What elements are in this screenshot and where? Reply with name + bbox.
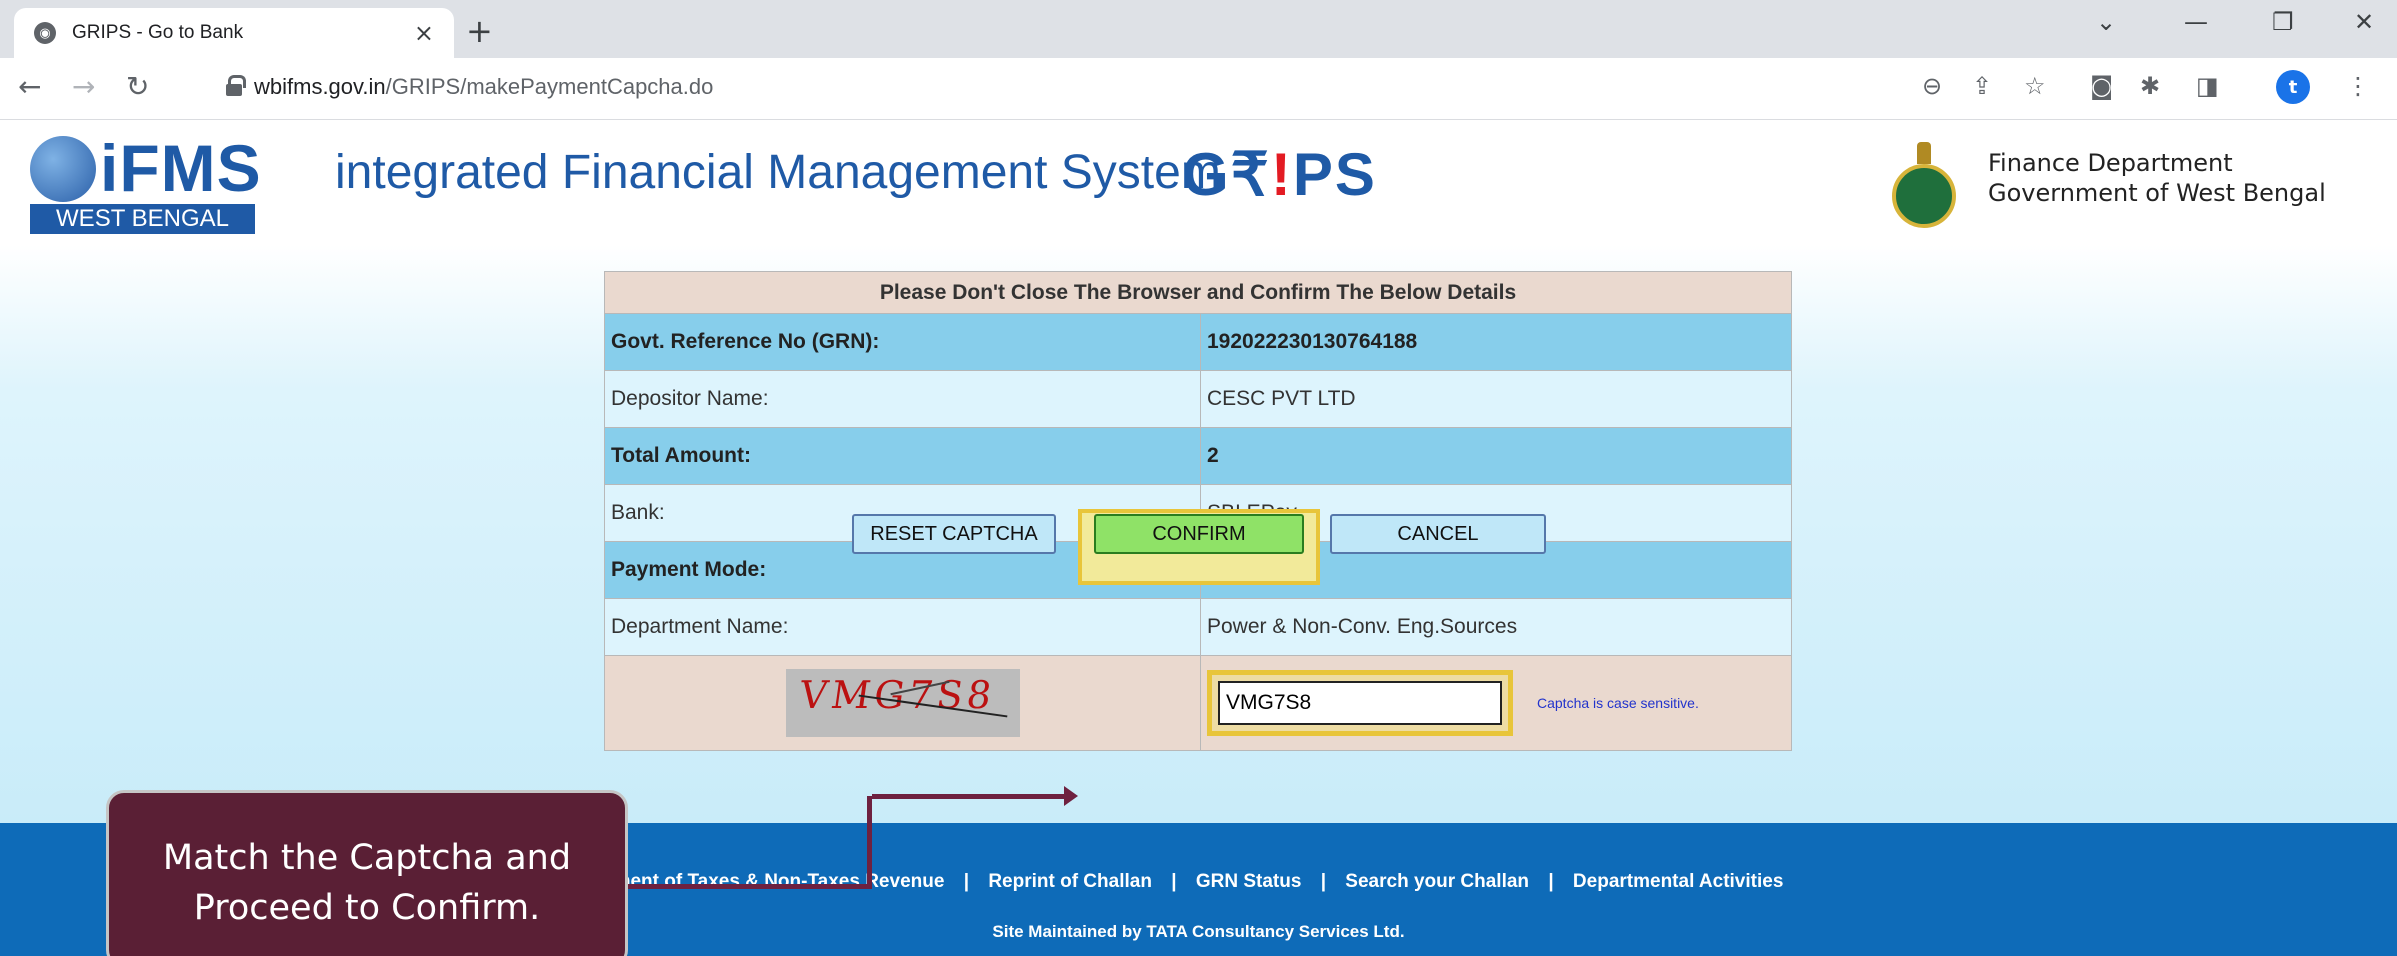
main-content: Please Don't Close The Browser and Confi… [0, 245, 2397, 823]
profile-avatar[interactable]: t [2276, 70, 2310, 104]
cancel-button[interactable]: CANCEL [1330, 514, 1546, 554]
footer-link-departmental[interactable]: Departmental Activities [1573, 871, 1783, 893]
logo-band: WEST BENGAL [30, 204, 255, 234]
grips-rupee: ₹ [1230, 141, 1271, 208]
grips-letters-ps: PS [1292, 141, 1377, 208]
row-value: 192022230130764188 [1200, 313, 1792, 371]
table-row: Depositor Name: CESC PVT LTD [604, 370, 1792, 428]
row-value: CESC PVT LTD [1200, 370, 1792, 428]
callout-arrow-segment [628, 884, 872, 889]
captcha-row: VMG7S8 Captcha is case sensitive. [604, 655, 1792, 751]
footer-separator: | [1320, 871, 1327, 892]
department-name: Finance Department Government of West Be… [1988, 148, 2326, 208]
footer-link-grn-status[interactable]: GRN Status [1196, 871, 1302, 893]
callout-line-1: Match the Captcha and [162, 838, 572, 878]
grips-logo: G₹!PS [1182, 140, 1377, 210]
tutorial-callout: Match the Captcha and Proceed to Confirm… [106, 790, 628, 956]
menu-kebab-icon[interactable]: ⋮ [2346, 72, 2370, 100]
row-label: Depositor Name: [604, 370, 1201, 428]
footer-link-taxes[interactable]: ment of Taxes & Non-Taxes Revenue [614, 871, 945, 893]
side-panel-icon[interactable]: ◨ [2196, 72, 2219, 100]
footer-separator: | [963, 871, 970, 892]
table-row: Govt. Reference No (GRN): 19202223013076… [604, 313, 1792, 371]
url-host: wbifms.gov.in [254, 74, 386, 99]
row-value: 2 [1200, 427, 1792, 485]
callout-line-2: Proceed to Confirm. [193, 888, 541, 928]
captcha-input[interactable] [1218, 681, 1502, 725]
window-close-icon[interactable]: ✕ [2354, 8, 2374, 36]
new-tab-button[interactable]: + [466, 12, 493, 50]
table-row: Department Name: Power & Non-Conv. Eng.S… [604, 598, 1792, 656]
camera-icon[interactable]: ◙ [2090, 72, 2113, 100]
captcha-image-cell: VMG7S8 [604, 655, 1201, 751]
globe-icon: ◉ [34, 22, 56, 44]
captcha-image: VMG7S8 [785, 669, 1020, 737]
footer-link-search[interactable]: Search your Challan [1345, 871, 1529, 893]
share-icon[interactable]: ⇪ [1972, 72, 1992, 100]
forward-icon[interactable]: → [72, 70, 95, 103]
callout-arrow-head-icon [1064, 786, 1078, 806]
confirm-button[interactable]: CONFIRM [1094, 514, 1304, 554]
logo-text: iFMS [100, 131, 262, 205]
table-row: Total Amount: 2 [604, 427, 1792, 485]
footer-link-reprint[interactable]: Reprint of Challan [988, 871, 1152, 893]
captcha-hint: Captcha is case sensitive. [1537, 695, 1699, 711]
maximize-icon[interactable]: ❐ [2272, 8, 2294, 36]
browser-toolbar: ← → ↻ wbifms.gov.in/GRIPS/makePaymentCap… [0, 58, 2397, 120]
captcha-input-highlight [1207, 670, 1513, 736]
grips-exclaim: ! [1270, 141, 1293, 208]
table-caption: Please Don't Close The Browser and Confi… [604, 271, 1792, 314]
bookmark-star-icon[interactable]: ☆ [2024, 72, 2046, 100]
captcha-input-cell: Captcha is case sensitive. [1200, 655, 1792, 751]
site-header: iFMS WEST BENGAL integrated Financial Ma… [0, 120, 2397, 245]
zoom-icon[interactable]: ⊖ [1922, 72, 1942, 100]
ifms-logo[interactable]: iFMS WEST BENGAL [30, 131, 280, 234]
back-icon[interactable]: ← [18, 70, 41, 103]
row-value: Power & Non-Conv. Eng.Sources [1200, 598, 1792, 656]
row-label: Govt. Reference No (GRN): [604, 313, 1201, 371]
callout-arrow-segment [867, 796, 872, 888]
footer-separator: | [1171, 871, 1177, 892]
lock-icon[interactable] [226, 75, 246, 96]
dept-line-2: Government of West Bengal [1988, 179, 2326, 207]
address-bar[interactable]: wbifms.gov.in/GRIPS/makePaymentCapcha.do [254, 74, 713, 100]
app-title: integrated Financial Management System [335, 146, 1221, 199]
reload-icon[interactable]: ↻ [126, 70, 149, 103]
grips-letter-g: G [1182, 141, 1231, 208]
row-label: Total Amount: [604, 427, 1201, 485]
row-label: Department Name: [604, 598, 1201, 656]
minimize-icon[interactable]: — [2184, 8, 2208, 36]
globe-logo-icon [30, 136, 96, 202]
west-bengal-emblem-icon [1888, 138, 1960, 228]
tab-search-chevron-icon[interactable]: ⌄ [2096, 8, 2116, 36]
callout-arrow-segment [872, 794, 1068, 799]
browser-tab-bar: ◉ GRIPS - Go to Bank × + ⌄ — ❐ ✕ [0, 0, 2397, 58]
footer-separator: | [1548, 871, 1554, 892]
tab-title: GRIPS - Go to Bank [72, 22, 244, 43]
tab-close-icon[interactable]: × [414, 19, 434, 47]
url-path: /GRIPS/makePaymentCapcha.do [385, 74, 714, 99]
browser-tab[interactable]: ◉ GRIPS - Go to Bank × [14, 8, 454, 58]
extensions-icon[interactable]: ✱ [2140, 72, 2160, 100]
reset-captcha-button[interactable]: RESET CAPTCHA [852, 514, 1056, 554]
table-caption-row: Please Don't Close The Browser and Confi… [604, 271, 1792, 314]
dept-line-1: Finance Department [1988, 149, 2233, 177]
